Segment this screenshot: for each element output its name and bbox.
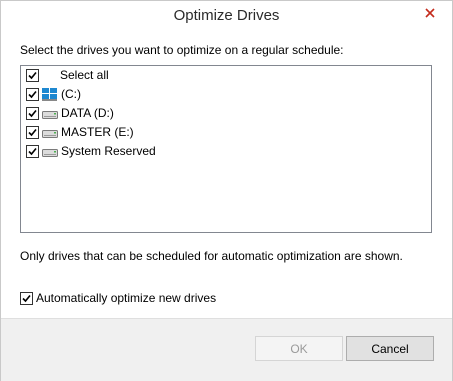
drive-icon xyxy=(42,111,58,119)
cancel-button[interactable]: Cancel xyxy=(346,336,434,361)
close-button[interactable] xyxy=(414,2,446,23)
drive-e-label: MASTER (E:) xyxy=(61,125,134,139)
title-bar[interactable]: Optimize Drives xyxy=(1,1,452,32)
list-item-drive-c[interactable]: (C:) xyxy=(21,85,431,104)
info-note: Only drives that can be scheduled for au… xyxy=(20,249,403,263)
drive-d-label: DATA (D:) xyxy=(61,106,114,120)
drive-e-checkbox[interactable] xyxy=(26,126,39,139)
ok-button[interactable]: OK xyxy=(255,336,343,361)
select-all-label: Select all xyxy=(60,68,109,82)
system-reserved-label: System Reserved xyxy=(61,144,156,158)
checkmark-icon xyxy=(28,128,37,137)
windows-drive-icon xyxy=(42,88,57,101)
drive-c-label: (C:) xyxy=(61,87,81,101)
system-reserved-checkbox[interactable] xyxy=(26,145,39,158)
list-item-drive-e[interactable]: MASTER (E:) xyxy=(21,123,431,142)
dialog-content: Select the drives you want to optimize o… xyxy=(1,32,452,318)
auto-optimize-checkbox[interactable] xyxy=(20,292,33,305)
auto-optimize-label: Automatically optimize new drives xyxy=(36,291,217,305)
window-title: Optimize Drives xyxy=(173,7,280,24)
checkmark-icon xyxy=(28,147,37,156)
close-icon xyxy=(425,7,435,18)
checkmark-icon xyxy=(28,90,37,99)
list-item-drive-d[interactable]: DATA (D:) xyxy=(21,104,431,123)
optimize-drives-window: Optimize Drives Select the drives you wa… xyxy=(0,0,453,381)
list-item-system-reserved[interactable]: System Reserved xyxy=(21,142,431,161)
select-all-checkbox[interactable] xyxy=(26,69,39,82)
list-item-select-all[interactable]: Select all xyxy=(21,66,431,85)
drive-icon xyxy=(42,130,58,138)
drive-d-checkbox[interactable] xyxy=(26,107,39,120)
drive-list[interactable]: Select all (C:) DATA (D:) MASTER (E:) Sy… xyxy=(20,65,432,233)
instruction-text: Select the drives you want to optimize o… xyxy=(20,43,344,57)
checkmark-icon xyxy=(22,294,31,303)
drive-icon xyxy=(42,149,58,157)
dialog-footer: OK Cancel xyxy=(1,318,452,381)
checkmark-icon xyxy=(28,71,37,80)
checkmark-icon xyxy=(28,109,37,118)
drive-c-checkbox[interactable] xyxy=(26,88,39,101)
